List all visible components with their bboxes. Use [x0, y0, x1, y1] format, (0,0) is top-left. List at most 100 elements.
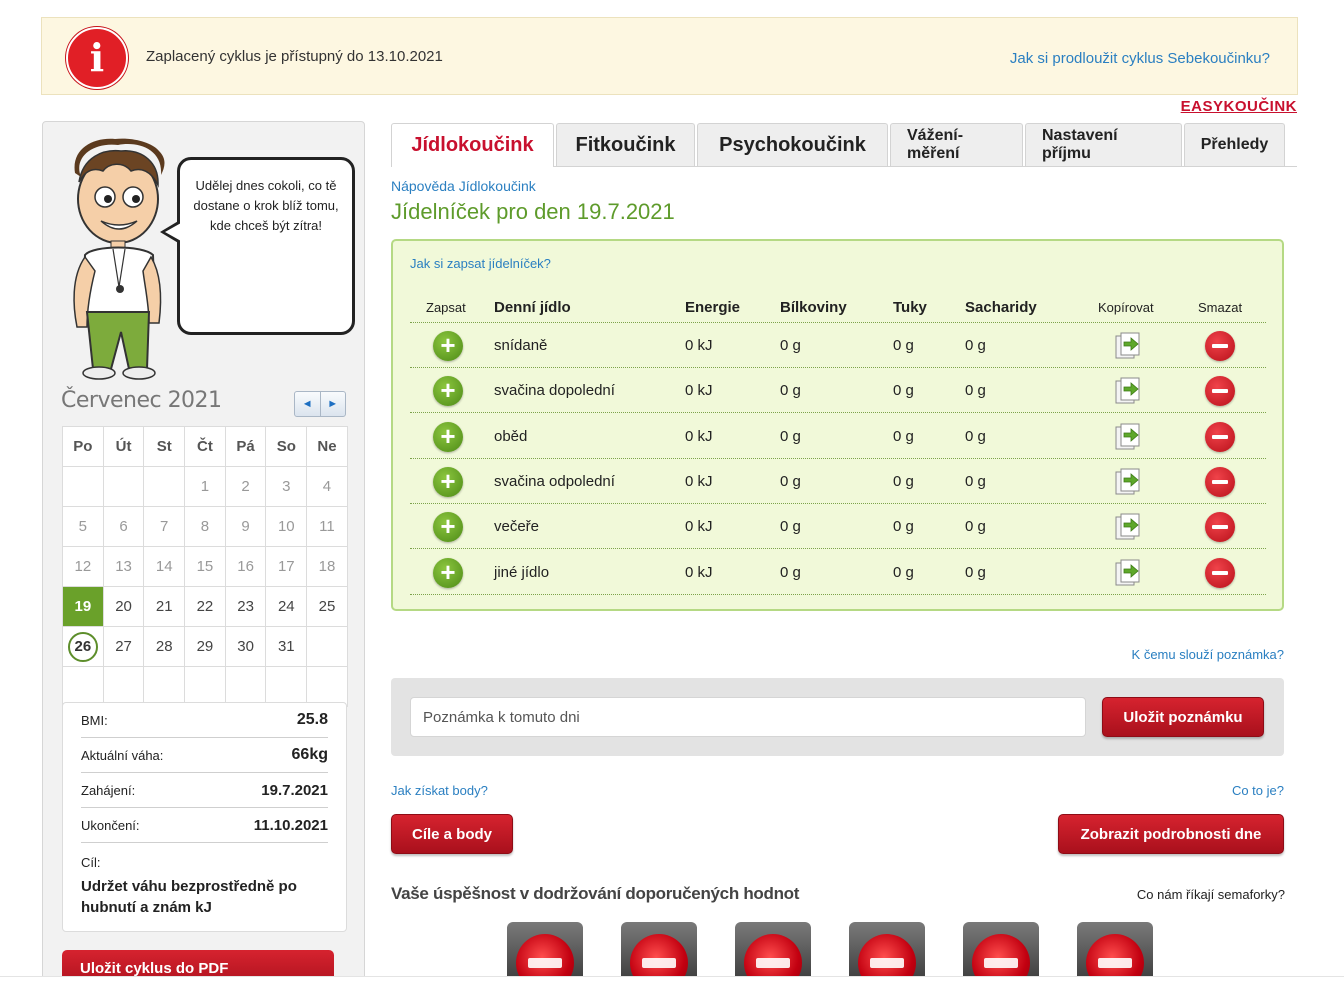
tab-vazeni-mereni[interactable]: Vážení-měření: [890, 123, 1023, 166]
tab-jidlokoucink[interactable]: Jídlokoučink: [391, 123, 554, 167]
copy-icon[interactable]: [1115, 423, 1141, 451]
meal-name: večeře: [494, 518, 540, 536]
calendar-day[interactable]: 1: [184, 466, 226, 507]
energy-value: 0 kJ: [685, 337, 713, 354]
calendar-day[interactable]: 30: [224, 626, 267, 667]
calendar-day[interactable]: 28: [143, 626, 186, 667]
copy-icon[interactable]: [1115, 377, 1141, 405]
calendar-day[interactable]: 13: [102, 546, 145, 587]
calendar-day[interactable]: 17: [265, 546, 308, 587]
add-food-icon[interactable]: +: [433, 557, 463, 588]
calendar-day[interactable]: 27: [102, 626, 145, 667]
meal-name: svačina dopolední: [494, 382, 615, 400]
today-marker: 26: [67, 631, 98, 662]
add-food-icon[interactable]: +: [433, 466, 463, 497]
traffic-lights-link[interactable]: Co nám říkají semaforky?: [1137, 887, 1285, 902]
goal-value: Udržet váhu bezprostředně po hubnutí a z…: [81, 878, 297, 916]
calendar-day[interactable]: 10: [265, 506, 308, 547]
delete-icon[interactable]: [1205, 331, 1235, 361]
calendar-day[interactable]: 25: [306, 586, 348, 627]
tab-fitkoucink[interactable]: Fitkoučink: [556, 123, 695, 166]
stat-end: Ukončení: 11.10.2021: [81, 808, 328, 843]
calendar-day[interactable]: 7: [143, 506, 186, 547]
speech-bubble-tail-inner: [165, 223, 181, 241]
add-food-icon[interactable]: +: [433, 376, 463, 407]
copy-icon[interactable]: [1115, 468, 1141, 496]
calendar-day: [143, 466, 186, 507]
note-help-link[interactable]: K čemu slouží poznámka?: [1132, 647, 1284, 662]
delete-icon[interactable]: [1205, 557, 1235, 588]
add-food-icon[interactable]: +: [433, 512, 463, 543]
delete-icon[interactable]: [1205, 512, 1235, 543]
note-input[interactable]: [410, 697, 1086, 737]
how-to-get-points-link[interactable]: Jak získat body?: [391, 783, 488, 798]
next-month-icon[interactable]: ►: [321, 392, 346, 416]
delete-icon[interactable]: [1205, 421, 1235, 452]
energy-value: 0 kJ: [685, 382, 713, 400]
calendar-day[interactable]: 15: [184, 546, 226, 587]
calendar-day[interactable]: 19: [62, 586, 104, 627]
calendar-day[interactable]: 12: [62, 546, 104, 587]
delete-icon[interactable]: [1205, 376, 1235, 407]
weekday-header: Pá: [224, 426, 267, 467]
calendar-day[interactable]: 18: [306, 546, 348, 587]
easykoucink-link[interactable]: EASYKOUČINK: [1181, 98, 1297, 115]
carbs-value: 0 g: [965, 337, 986, 354]
calendar-day[interactable]: 8: [184, 506, 226, 547]
day-details-button[interactable]: Zobrazit podrobnosti dne: [1058, 814, 1284, 854]
start-date-value: 19.7.2021: [261, 781, 328, 799]
tab-nastaveni-prijmu[interactable]: Nastavení příjmu: [1025, 123, 1182, 166]
traffic-light-icon: [621, 922, 697, 982]
weekday-header: Po: [62, 426, 104, 467]
calendar-day[interactable]: 11: [306, 506, 348, 547]
how-to-log-link[interactable]: Jak si zapsat jídelníček?: [410, 256, 551, 271]
carbs-value: 0 g: [965, 563, 986, 581]
tab-prehledy[interactable]: Přehledy: [1184, 123, 1285, 166]
calendar-day: [224, 666, 267, 707]
calendar-day[interactable]: 23: [224, 586, 267, 627]
prev-month-icon[interactable]: ◄: [295, 392, 321, 416]
calendar-day[interactable]: 6: [102, 506, 145, 547]
calendar-day[interactable]: 24: [265, 586, 308, 627]
calendar-day[interactable]: 4: [306, 466, 348, 507]
copy-icon[interactable]: [1115, 559, 1141, 587]
calendar-day[interactable]: 20: [102, 586, 145, 627]
stat-label: Zahájení:: [81, 782, 136, 798]
calendar-day[interactable]: 2: [224, 466, 267, 507]
calendar-day[interactable]: 9: [224, 506, 267, 547]
what-is-it-link[interactable]: Co to je?: [1232, 783, 1284, 798]
copy-icon[interactable]: [1115, 513, 1141, 541]
page-bottom-edge: [0, 976, 1344, 998]
calendar-day[interactable]: 3: [265, 466, 308, 507]
calendar-day: [184, 666, 226, 707]
extend-cycle-link[interactable]: Jak si prodloužit cyklus Sebekoučinku?: [1010, 50, 1270, 67]
fat-value: 0 g: [893, 427, 914, 445]
tab-psychokoucink[interactable]: Psychokoučink: [697, 123, 888, 166]
add-food-icon[interactable]: +: [433, 421, 463, 452]
save-note-button[interactable]: Uložit poznámku: [1102, 697, 1264, 737]
calendar-day[interactable]: 16: [224, 546, 267, 587]
energy-value: 0 kJ: [685, 518, 713, 536]
info-banner: i Zaplacený cyklus je přístupný do 13.10…: [41, 17, 1298, 95]
calendar-day: [102, 466, 145, 507]
delete-icon[interactable]: [1205, 466, 1235, 497]
calendar-day[interactable]: 21: [143, 586, 186, 627]
food-table-header: Zapsat Denní jídlo Energie Bílkoviny Tuk…: [410, 293, 1266, 323]
energy-value: 0 kJ: [685, 472, 713, 490]
calendar-day[interactable]: 26: [62, 626, 104, 667]
calendar-day[interactable]: 14: [143, 546, 186, 587]
meal-row: + svačina odpolední 0 kJ 0 g 0 g 0 g: [410, 459, 1266, 504]
calendar-day[interactable]: 22: [184, 586, 226, 627]
protein-value: 0 g: [780, 337, 801, 354]
traffic-light-icon: [963, 922, 1039, 982]
calendar-day[interactable]: 29: [184, 626, 226, 667]
add-food-icon[interactable]: +: [433, 331, 463, 361]
calendar-day[interactable]: 31: [265, 626, 308, 667]
copy-icon[interactable]: [1115, 332, 1141, 360]
calendar: Po Út St Čt Pá So Ne 1 2 3 4 5 6 7 8 9 10 11 12 13 14 15 16 17…: [62, 426, 348, 707]
traffic-light-icon: [507, 922, 583, 982]
energy-value: 0 kJ: [685, 427, 713, 445]
calendar-day[interactable]: 5: [62, 506, 104, 547]
goals-points-button[interactable]: Cíle a body: [391, 814, 513, 854]
help-jidlokoucink-link[interactable]: Nápověda Jídlokoučink: [391, 178, 536, 194]
